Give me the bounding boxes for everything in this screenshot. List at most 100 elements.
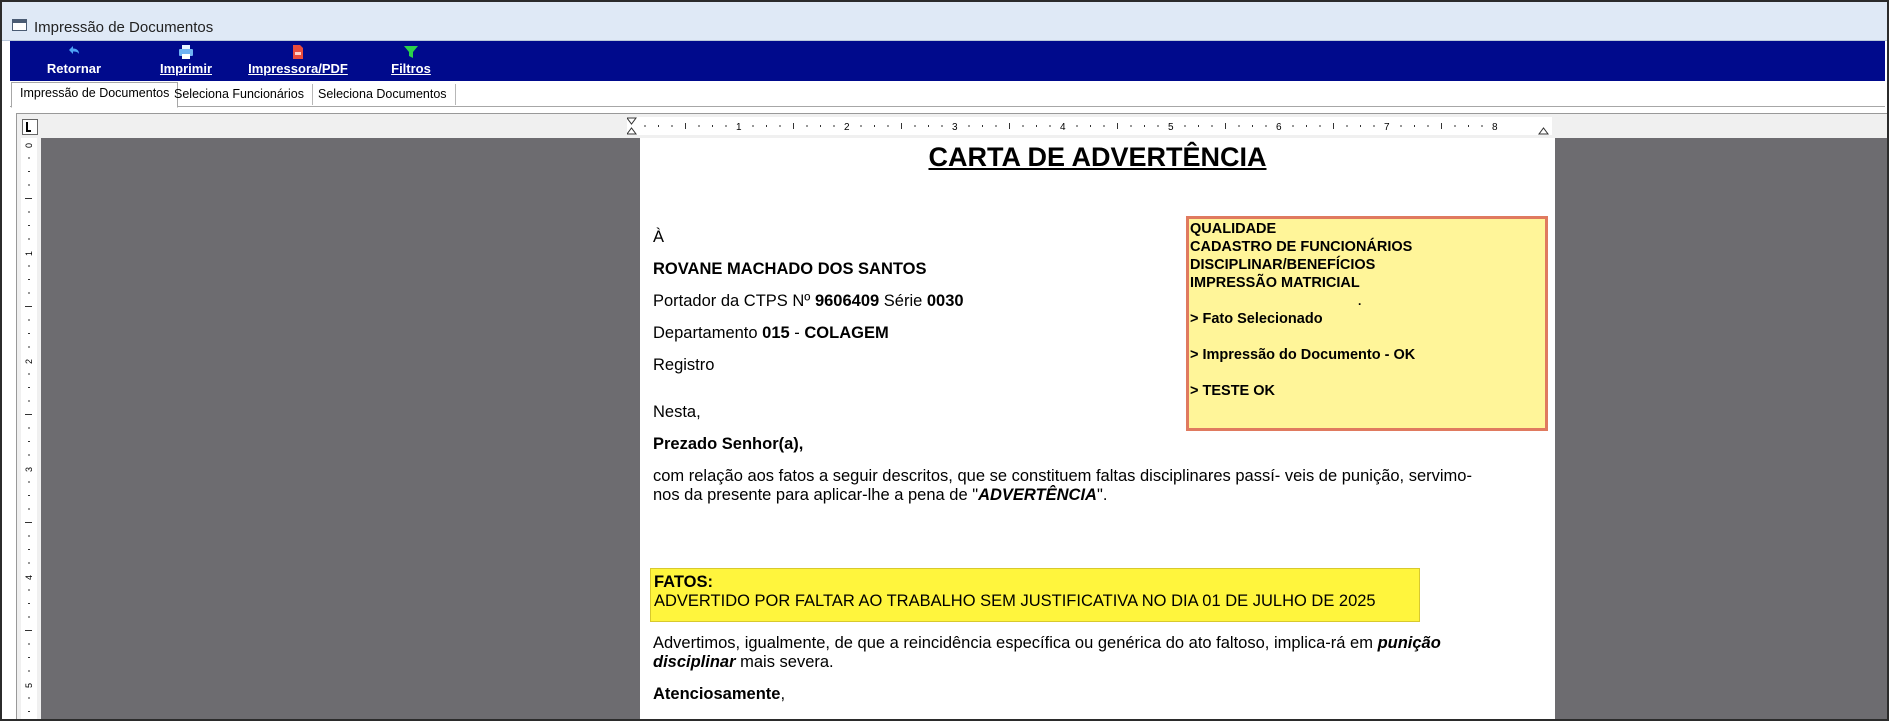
- tab-seleciona-funcionarios[interactable]: Seleciona Funcionários: [166, 84, 313, 105]
- ruler-tick: [1468, 125, 1469, 127]
- ruler-tick: [28, 711, 30, 712]
- ruler-tick: [28, 670, 30, 672]
- ruler-tick: [28, 481, 30, 483]
- filter-icon: [404, 46, 418, 58]
- tab-impressao-documentos[interactable]: Impressão de Documentos: [11, 82, 179, 108]
- body-line-2: nos da presente para aplicar-lhe a pena …: [653, 486, 1107, 505]
- ruler-tick: [1184, 125, 1186, 127]
- imprimir-button[interactable]: Imprimir: [148, 44, 224, 78]
- ruler-tick: [1049, 125, 1051, 127]
- note-item: > TESTE OK: [1190, 383, 1276, 399]
- ruler-tick: [901, 123, 902, 129]
- ruler-tick: [28, 495, 30, 496]
- ruler-tick: [25, 414, 32, 415]
- ruler-tick: [1252, 125, 1253, 127]
- undo-icon: [69, 46, 79, 54]
- ruler-number: 5: [1168, 122, 1174, 133]
- ruler-ticks-vertical: 0 1 2 3 4 5: [24, 143, 34, 712]
- ruler-tick: [887, 125, 889, 127]
- ruler-tick: [766, 125, 767, 127]
- window-icon: [12, 19, 27, 31]
- ruler-number: 7: [1384, 122, 1390, 133]
- filtros-button[interactable]: Filtros: [378, 44, 444, 78]
- ctps-prefix: Portador da CTPS Nº: [653, 292, 815, 310]
- title-bar: Impressão de Documentos: [2, 2, 1887, 41]
- ruler-number: 2: [24, 359, 34, 364]
- ruler-tick: [28, 441, 30, 442]
- ruler-tick: [1360, 125, 1361, 127]
- penalty-type: ADVERTÊNCIA: [978, 486, 1097, 504]
- right-indent-marker[interactable]: [1538, 127, 1549, 135]
- printer-icon: [179, 45, 193, 59]
- ruler-tick: [1346, 125, 1348, 127]
- ruler-number: 4: [1060, 122, 1066, 133]
- ruler-number: 1: [736, 122, 742, 133]
- ruler-tick: [1076, 125, 1078, 127]
- body-line-1: com relação aos fatos a seguir descritos…: [653, 467, 1472, 485]
- note-line: QUALIDADE: [1190, 221, 1277, 237]
- tab-stop-selector[interactable]: [22, 119, 38, 135]
- ruler-tick: [1319, 125, 1321, 127]
- ruler-tick: [28, 238, 30, 240]
- ruler-tick: [28, 549, 30, 550]
- ruler-tick: [1198, 125, 1199, 127]
- retornar-label: Retornar: [46, 61, 102, 76]
- recipient-prefix: À: [653, 228, 665, 246]
- ruler-tick: [1211, 125, 1213, 127]
- ruler-tick: [1441, 123, 1442, 129]
- ruler-tick: [671, 125, 673, 127]
- note-dot: .: [1358, 294, 1362, 308]
- ruler-tick: [28, 643, 30, 645]
- impressora-pdf-button[interactable]: Impressora/PDF: [238, 44, 358, 78]
- ruler-tick: [1400, 125, 1402, 127]
- dept-prefix: Departamento: [653, 324, 763, 342]
- ruler-tick: [941, 125, 943, 127]
- ruler-tick: [698, 125, 700, 127]
- vertical-ruler[interactable]: 0 1 2 3 4 5: [17, 138, 41, 719]
- horizontal-ruler[interactable]: 1 2 3 4 5 6 7 8: [17, 114, 1887, 138]
- ruler-tick: [25, 522, 32, 523]
- ruler-tick: [28, 697, 30, 699]
- ruler-tick: [820, 125, 821, 127]
- tab-seleciona-documentos[interactable]: Seleciona Documentos: [310, 84, 456, 105]
- ruler-tick: [1373, 125, 1375, 127]
- ruler-tick: [806, 125, 808, 127]
- ruler-ticks: 1 2 3 4 5 6 7 8: [626, 117, 1549, 135]
- note-item: > Fato Selecionado: [1190, 311, 1323, 327]
- serie-label: Série: [879, 292, 927, 310]
- ruler-tick: [28, 171, 30, 172]
- ruler-tick: [1414, 125, 1415, 127]
- document-preview-area[interactable]: 1 2 3 4 5 6 7 8 0 1 2 3 4 5 CARTA DE ADVERTÊNCIA À R…: [16, 113, 1887, 719]
- ruler-tick: [914, 125, 916, 127]
- ruler-tick: [25, 630, 32, 631]
- ctps-number: 9606409: [814, 292, 880, 310]
- ruler-tick: [28, 562, 30, 564]
- ruler-tick: [1130, 125, 1132, 127]
- dept-code: 015: [762, 324, 790, 342]
- ruler-tick: [1481, 125, 1483, 127]
- left-indent-marker[interactable]: [626, 117, 637, 135]
- ruler-tick: [28, 589, 30, 591]
- registro-line: Registro: [653, 356, 715, 374]
- ruler-tick: [860, 125, 862, 127]
- ruler-tick: [28, 265, 30, 267]
- retornar-button[interactable]: Retornar: [36, 44, 112, 78]
- nesta-line: Nesta,: [653, 403, 701, 421]
- ruler-tick: [28, 616, 30, 618]
- facts-box: FATOS: ADVERTIDO POR FALTAR AO TRABALHO …: [650, 568, 1420, 622]
- employee-name: ROVANE MACHADO DOS SANTOS: [653, 260, 927, 278]
- app-window: Impressão de Documentos Retornar Imprimi…: [0, 0, 1889, 721]
- ruler-tick: [28, 508, 30, 510]
- ruler-tick: [1427, 125, 1429, 127]
- ruler-tick: [1238, 125, 1240, 127]
- ruler-tick: [1157, 125, 1159, 127]
- ruler-tick: [1265, 125, 1267, 127]
- ruler-tick: [874, 125, 875, 127]
- body-line-2-c: ".: [1096, 486, 1108, 504]
- note-item: > Impressão do Documento - OK: [1190, 347, 1416, 363]
- ruler-tick: [658, 125, 659, 127]
- warning-line-1-b: punição: [1377, 634, 1441, 652]
- serie-number: 0030: [926, 292, 964, 310]
- ruler-tick: [1306, 125, 1307, 127]
- ruler-tick: [28, 387, 30, 388]
